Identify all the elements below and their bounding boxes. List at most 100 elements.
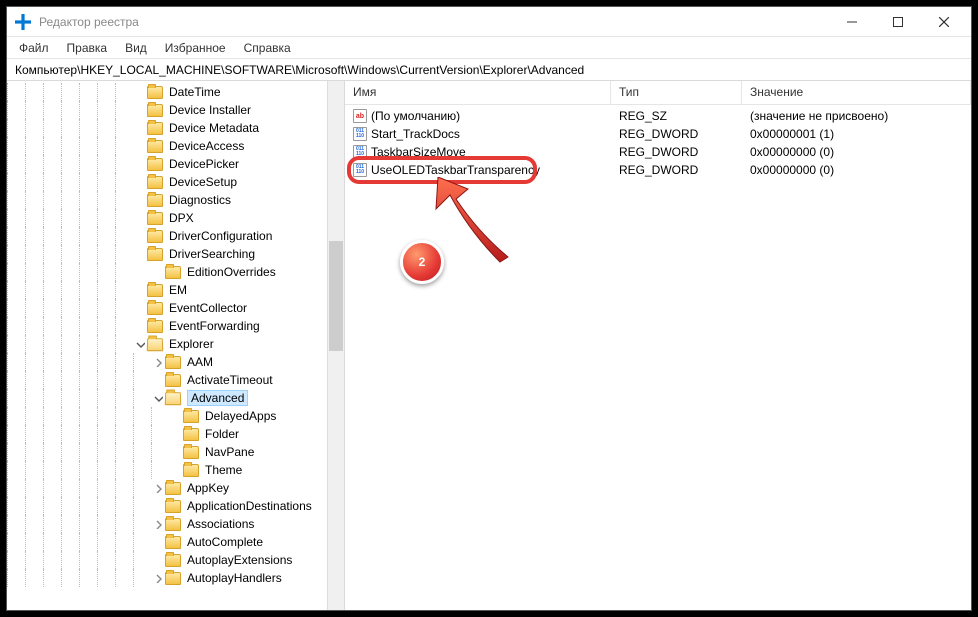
app-icon <box>15 14 31 30</box>
tree-item-label: Associations <box>187 517 254 531</box>
tree-item[interactable]: DevicePicker <box>7 155 344 173</box>
folder-icon <box>165 536 181 549</box>
tree-item-label: DeviceSetup <box>169 175 237 189</box>
close-button[interactable] <box>921 7 967 37</box>
tree-item[interactable]: DeviceSetup <box>7 173 344 191</box>
folder-icon <box>165 482 181 495</box>
dword-icon: 011110 <box>353 145 367 159</box>
tree-item[interactable]: NavPane <box>7 443 344 461</box>
menubar: Файл Правка Вид Избранное Справка <box>7 37 971 59</box>
titlebar[interactable]: Редактор реестра <box>7 7 971 37</box>
annotation-arrow <box>430 177 525 267</box>
tree-item[interactable]: ActivateTimeout <box>7 371 344 389</box>
tree-item-label: DriverConfiguration <box>169 229 272 243</box>
tree-item-label: DPX <box>169 211 194 225</box>
expander-icon[interactable] <box>151 484 165 493</box>
dword-icon: 011110 <box>353 163 367 177</box>
folder-icon <box>147 158 163 171</box>
tree-item[interactable]: Associations <box>7 515 344 533</box>
address-bar[interactable]: Компьютер\HKEY_LOCAL_MACHINE\SOFTWARE\Mi… <box>7 59 971 81</box>
tree-item[interactable]: DeviceAccess <box>7 137 344 155</box>
maximize-button[interactable] <box>875 7 921 37</box>
value-row[interactable]: ab(По умолчанию)REG_SZ(значение не присв… <box>345 107 971 125</box>
folder-icon <box>147 230 163 243</box>
folder-icon <box>165 266 181 279</box>
folder-icon <box>165 374 181 387</box>
tree-item-label: Theme <box>205 463 242 477</box>
registry-tree[interactable]: DateTimeDevice Installer Device Metadata D… <box>7 81 344 610</box>
tree-item[interactable]: AutoComplete <box>7 533 344 551</box>
tree-item[interactable]: Explorer <box>7 335 344 353</box>
scroll-thumb[interactable] <box>329 241 343 351</box>
address-text: Компьютер\HKEY_LOCAL_MACHINE\SOFTWARE\Mi… <box>15 63 584 77</box>
column-type[interactable]: Тип <box>611 81 742 104</box>
value-type: REG_DWORD <box>619 145 698 159</box>
folder-icon <box>165 572 181 585</box>
value-data: 0x00000000 (0) <box>750 145 834 159</box>
tree-item-label: NavPane <box>205 445 254 459</box>
folder-icon <box>183 410 199 423</box>
tree-item-label: DelayedApps <box>205 409 276 423</box>
expander-icon[interactable] <box>151 394 165 403</box>
tree-item[interactable]: EventForwarding <box>7 317 344 335</box>
value-row[interactable]: 011110 TaskbarSizeMove REG_DWORD 0x00000000… <box>345 143 971 161</box>
tree-scrollbar[interactable] <box>327 81 344 610</box>
tree-item[interactable]: EventCollector <box>7 299 344 317</box>
tree-item-label: Diagnostics <box>169 193 231 207</box>
tree-item-label: Device Metadata <box>169 121 259 135</box>
tree-item[interactable]: Advanced <box>7 389 344 407</box>
menu-help[interactable]: Справка <box>236 39 299 57</box>
value-name: TaskbarSizeMove <box>371 145 466 159</box>
tree-item[interactable]: AutoplayHandlers <box>7 569 344 587</box>
tree-item[interactable]: Folder <box>7 425 344 443</box>
menu-edit[interactable]: Правка <box>59 39 116 57</box>
tree-item[interactable]: AutoplayExtensions <box>7 551 344 569</box>
tree-item[interactable]: EM <box>7 281 344 299</box>
value-data: 0x00000000 (0) <box>750 163 834 177</box>
expander-icon[interactable] <box>151 358 165 367</box>
value-list[interactable]: ab(По умолчанию)REG_SZ(значение не присв… <box>345 105 971 610</box>
tree-item[interactable]: Device Metadata <box>7 119 344 137</box>
tree-item-label: DeviceAccess <box>169 139 244 153</box>
tree-item-label: DevicePicker <box>169 157 239 171</box>
annotation-step-badge: 2 <box>400 240 444 284</box>
folder-icon <box>165 356 181 369</box>
tree-item[interactable]: DriverConfiguration <box>7 227 344 245</box>
tree-item[interactable]: ApplicationDestinations <box>7 497 344 515</box>
menu-favorites[interactable]: Избранное <box>157 39 234 57</box>
menu-view[interactable]: Вид <box>117 39 155 57</box>
value-row[interactable]: 011110UseOLEDTaskbarTransparencyREG_DWOR… <box>345 161 971 179</box>
expander-icon[interactable] <box>133 340 147 349</box>
tree-item[interactable]: Diagnostics <box>7 191 344 209</box>
value-name: (По умолчанию) <box>371 109 460 123</box>
value-type: REG_DWORD <box>619 163 698 177</box>
tree-item[interactable]: AAM <box>7 353 344 371</box>
folder-icon <box>147 302 163 315</box>
menu-file[interactable]: Файл <box>11 39 57 57</box>
value-data: 0x00000001 (1) <box>750 127 834 141</box>
folder-icon <box>183 446 199 459</box>
tree-item-label: EM <box>169 283 187 297</box>
tree-item[interactable]: AppKey <box>7 479 344 497</box>
tree-item[interactable]: Device Installer <box>7 101 344 119</box>
folder-icon <box>147 248 163 261</box>
tree-item[interactable]: DateTime <box>7 83 344 101</box>
expander-icon[interactable] <box>151 520 165 529</box>
tree-item[interactable]: EditionOverrides <box>7 263 344 281</box>
folder-icon <box>165 500 181 513</box>
value-type: REG_SZ <box>619 109 667 123</box>
folder-icon <box>147 194 163 207</box>
expander-icon[interactable] <box>151 574 165 583</box>
tree-item-label: Advanced <box>187 390 248 406</box>
tree-item[interactable]: DriverSearching <box>7 245 344 263</box>
value-row[interactable]: 011110Start_TrackDocsREG_DWORD0x00000001… <box>345 125 971 143</box>
minimize-button[interactable] <box>829 7 875 37</box>
tree-item[interactable]: Theme <box>7 461 344 479</box>
folder-icon <box>147 122 163 135</box>
column-value[interactable]: Значение <box>742 81 971 104</box>
window-title: Редактор реестра <box>39 15 829 29</box>
tree-item[interactable]: DelayedApps <box>7 407 344 425</box>
tree-item-label: DriverSearching <box>169 247 255 261</box>
tree-item[interactable]: DPX <box>7 209 344 227</box>
column-name[interactable]: Имя <box>345 81 611 104</box>
